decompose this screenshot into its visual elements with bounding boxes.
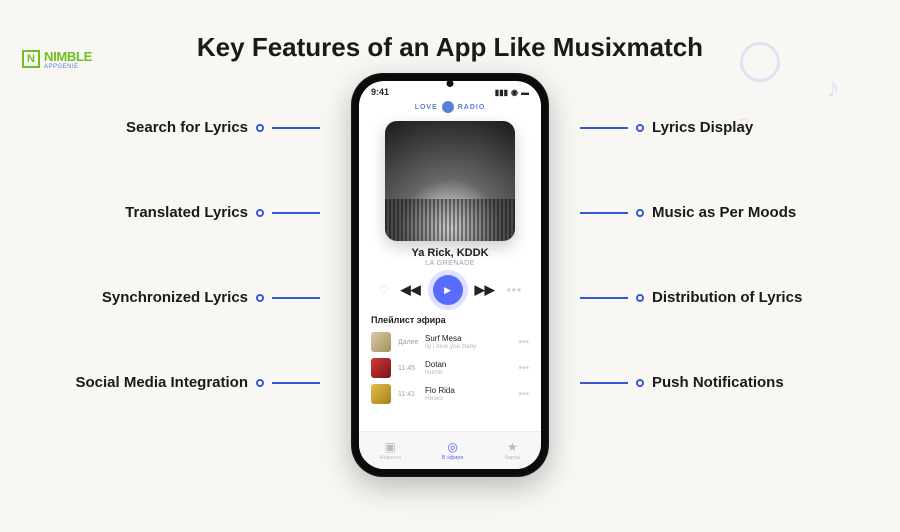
playlist: Далее Surf Mesa ily i love you baby ••• … xyxy=(359,329,541,407)
connector-dot xyxy=(256,379,264,387)
radio-brand: LOVE RADIO xyxy=(359,101,541,113)
tab-label: Новости xyxy=(379,455,400,461)
playlist-heading: Плейлист эфира xyxy=(359,305,541,329)
wifi-icon: ◉ xyxy=(511,88,518,97)
feature-social-media: Social Media Integration xyxy=(75,374,320,391)
feature-push-notifications: Push Notifications xyxy=(580,374,784,391)
track-time: 11:45 xyxy=(398,365,418,372)
track-time: Далее xyxy=(398,339,418,346)
album-art xyxy=(385,121,515,241)
tab-label: В эфире xyxy=(442,455,464,461)
row-more-icon[interactable]: ••• xyxy=(518,337,529,348)
more-button[interactable]: ••• xyxy=(507,283,523,297)
feature-lyrics-display: Lyrics Display xyxy=(580,119,753,136)
feature-music-moods: Music as Per Moods xyxy=(580,204,796,221)
playlist-row[interactable]: Далее Surf Mesa ily i love you baby ••• xyxy=(371,329,529,355)
status-time: 9:41 xyxy=(371,87,389,97)
camera-dot xyxy=(447,80,454,87)
feature-label: Music as Per Moods xyxy=(652,204,796,221)
connector-line xyxy=(272,382,320,384)
connector-line xyxy=(580,127,628,129)
logo-text: NIMBLE xyxy=(44,49,92,64)
track-artist: ily i love you baby xyxy=(425,343,511,350)
connector-dot xyxy=(636,124,644,132)
feature-label: Social Media Integration xyxy=(75,374,248,391)
connector-dot xyxy=(636,379,644,387)
phone-mockup: 9:41 ▮▮▮ ◉ ▬ LOVE RADIO Ya Rick, KDDK LA… xyxy=(351,73,549,477)
track-thumb xyxy=(371,358,391,378)
feature-synchronized-lyrics: Synchronized Lyrics xyxy=(102,289,320,306)
row-more-icon[interactable]: ••• xyxy=(518,363,529,374)
track-title: Ya Rick, KDDK xyxy=(359,247,541,259)
connector-line xyxy=(272,297,320,299)
feature-label: Synchronized Lyrics xyxy=(102,289,248,306)
track-subtitle: LA GRENADE xyxy=(359,260,541,267)
battery-icon: ▬ xyxy=(521,88,529,97)
feature-distribution-lyrics: Distribution of Lyrics xyxy=(580,289,802,306)
next-button[interactable]: ▶▶ xyxy=(475,282,495,298)
news-icon: ▣ xyxy=(384,440,395,454)
track-artist: Numb xyxy=(425,369,511,376)
playlist-row[interactable]: 11:41 Flo Rida Низко ••• xyxy=(371,381,529,407)
row-more-icon[interactable]: ••• xyxy=(518,389,529,400)
radio-brand-left: LOVE xyxy=(415,104,438,111)
feature-label: Search for Lyrics xyxy=(126,119,248,136)
star-icon: ★ xyxy=(507,440,518,454)
play-button[interactable]: ▶ xyxy=(433,275,463,305)
radio-brand-right: RADIO xyxy=(458,104,486,111)
tab-label: Чарты xyxy=(504,455,520,461)
feature-label: Lyrics Display xyxy=(652,119,753,136)
connector-dot xyxy=(636,209,644,217)
signal-icon: ▮▮▮ xyxy=(495,88,508,97)
onair-icon: ◎ xyxy=(447,440,457,454)
connector-line xyxy=(580,297,628,299)
tab-onair[interactable]: ◎ В эфире xyxy=(442,440,464,461)
connector-dot xyxy=(256,294,264,302)
tab-news[interactable]: ▣ Новости xyxy=(379,440,400,461)
tab-charts[interactable]: ★ Чарты xyxy=(504,440,520,461)
phone-screen: 9:41 ▮▮▮ ◉ ▬ LOVE RADIO Ya Rick, KDDK LA… xyxy=(359,81,541,469)
tab-bar: ▣ Новости ◎ В эфире ★ Чарты xyxy=(359,431,541,469)
connector-line xyxy=(272,127,320,129)
track-thumb xyxy=(371,332,391,352)
feature-diagram: Search for Lyrics Translated Lyrics Sync… xyxy=(0,73,900,493)
playlist-row[interactable]: 11:45 Dotan Numb ••• xyxy=(371,355,529,381)
track-time: 11:41 xyxy=(398,391,418,398)
brand-logo: N NIMBLE APPGENIE xyxy=(22,48,92,70)
player-controls: ♡ ◀◀ ▶ ▶▶ ••• xyxy=(359,275,541,305)
previous-button[interactable]: ◀◀ xyxy=(401,282,421,298)
track-name: Flo Rida xyxy=(425,386,511,395)
heart-icon xyxy=(442,101,454,113)
track-name: Dotan xyxy=(425,360,511,369)
like-button[interactable]: ♡ xyxy=(378,283,389,297)
connector-line xyxy=(580,212,628,214)
connector-line xyxy=(580,382,628,384)
connector-line xyxy=(272,212,320,214)
connector-dot xyxy=(636,294,644,302)
track-artist: Низко xyxy=(425,395,511,402)
connector-dot xyxy=(256,209,264,217)
feature-translated-lyrics: Translated Lyrics xyxy=(125,204,320,221)
logo-subtext: APPGENIE xyxy=(44,64,92,70)
track-name: Surf Mesa xyxy=(425,334,511,343)
track-thumb xyxy=(371,384,391,404)
feature-label: Distribution of Lyrics xyxy=(652,289,802,306)
logo-mark: N xyxy=(22,50,40,68)
status-icons: ▮▮▮ ◉ ▬ xyxy=(495,88,529,97)
feature-label: Translated Lyrics xyxy=(125,204,248,221)
feature-label: Push Notifications xyxy=(652,374,784,391)
feature-search-lyrics: Search for Lyrics xyxy=(126,119,320,136)
connector-dot xyxy=(256,124,264,132)
